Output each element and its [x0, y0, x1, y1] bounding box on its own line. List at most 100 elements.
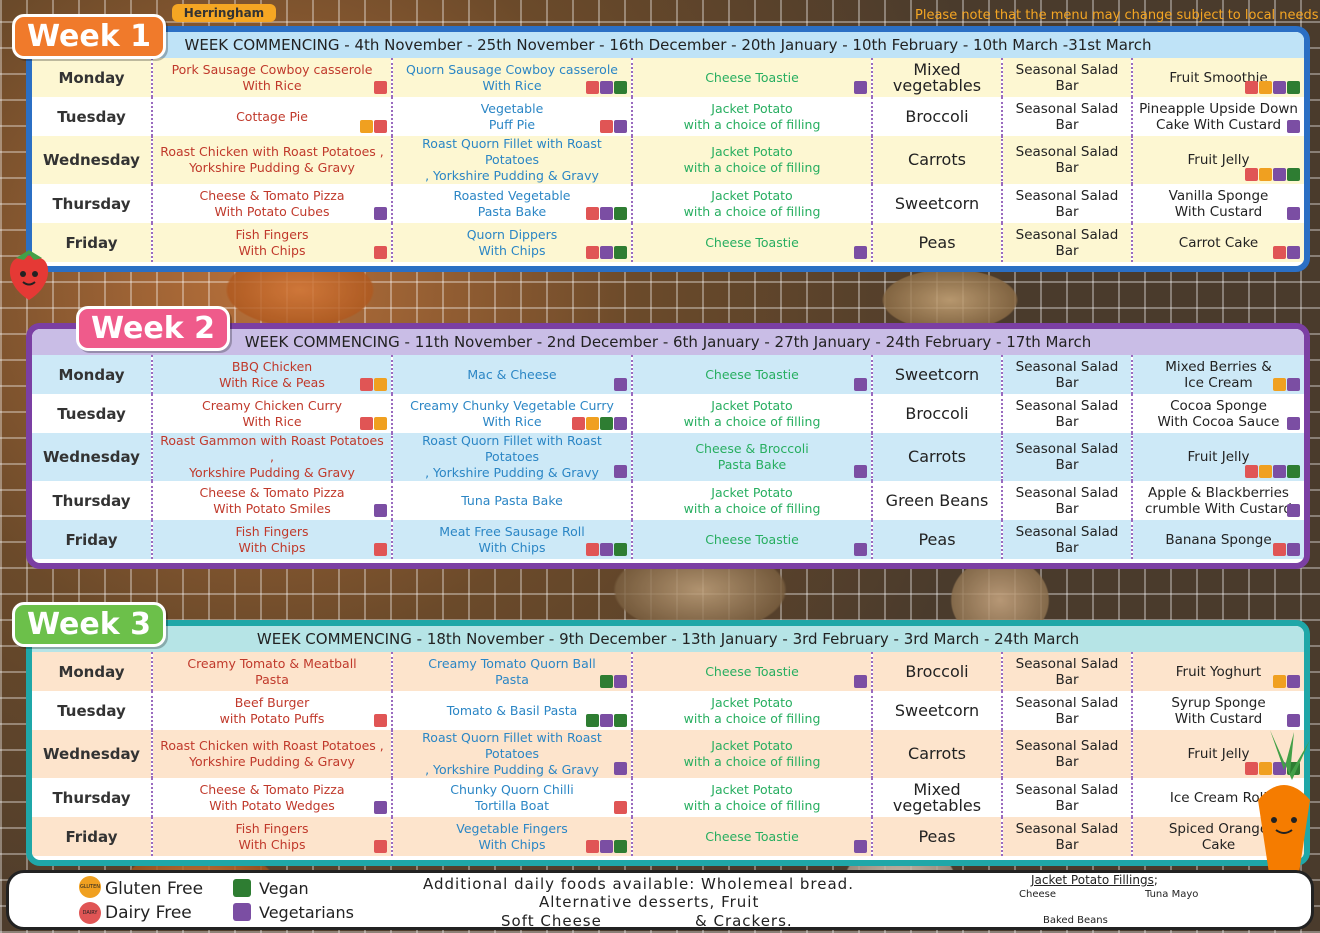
- additional-foods: Additional daily foods available: Wholem…: [423, 875, 854, 893]
- diet-icons: [854, 378, 867, 391]
- dairy-free-icon: [360, 378, 373, 391]
- third-option: Cheese Toastie: [631, 58, 872, 97]
- main-dish: Fish Fingers With Chips: [151, 520, 392, 559]
- diet-icons: [374, 714, 387, 727]
- vegetarian-icon: [614, 378, 627, 391]
- menu-row-wednesday: Wednesday Roast Gammon with Roast Potatoe…: [32, 433, 1304, 481]
- vegetarian-icon: [1273, 465, 1286, 478]
- day-name-label: Wednesday: [43, 151, 140, 169]
- main-dish-label: Cottage Pie: [236, 108, 308, 124]
- dairy-free-icon: [360, 417, 373, 430]
- vegan-label: Vegan: [259, 879, 309, 898]
- vegetable-label: Sweetcorn: [894, 700, 980, 720]
- vegetable: Peas: [871, 817, 1002, 856]
- day-name: Tuesday: [32, 97, 152, 136]
- dairy-free-icon: [586, 840, 599, 853]
- dessert-label: Fruit Yoghurt: [1175, 663, 1262, 680]
- vegetable: Green Beans: [871, 481, 1002, 520]
- main-dish: Cheese & Tomato Pizza With Potato Smiles: [151, 481, 392, 520]
- alternative-dish: Vegetable Puff Pie: [391, 97, 632, 136]
- diet-icons: [1287, 417, 1300, 430]
- alternative-dish: Tomato & Basil Pasta: [391, 691, 632, 730]
- vegetable: Sweetcorn: [871, 184, 1002, 223]
- diet-icons: [1287, 714, 1300, 727]
- jacket-potato-fillings-title: Jacket Potato Fillings;: [1031, 873, 1158, 887]
- week-3-menu: WEEK COMMENCING - 18th November - 9th De…: [26, 620, 1310, 866]
- salad-bar-label: Seasonal Salad Bar: [1015, 441, 1119, 473]
- gluten-free-icon: [1259, 465, 1272, 478]
- dessert: Fruit Smoothie: [1131, 58, 1304, 97]
- salad-bar: Seasonal Salad Bar: [1001, 433, 1132, 481]
- alternative-dish: Quorn Dippers With Chips: [391, 223, 632, 262]
- diet-icons: [1287, 207, 1300, 220]
- gluten-free-icon: [1259, 168, 1272, 181]
- vegetable: Carrots: [871, 730, 1002, 778]
- salad-bar: Seasonal Salad Bar: [1001, 136, 1132, 184]
- main-dish: Creamy Tomato & Meatball Pasta: [151, 652, 392, 691]
- diet-icons: [854, 840, 867, 853]
- dessert: Pineapple Upside Down Cake With Custard: [1131, 97, 1304, 136]
- gluten-free-icon: [586, 417, 599, 430]
- third-option-label: Jacket Potato with a choice of filling: [683, 694, 821, 726]
- main-dish-label: Creamy Chicken Curry With Rice: [202, 397, 342, 429]
- diet-icons: [1273, 378, 1300, 391]
- diet-icons: [614, 465, 627, 478]
- menu-row-monday: Monday BBQ Chicken With Rice & Peas Mac & C…: [32, 355, 1304, 394]
- third-option: Cheese Toastie: [631, 520, 872, 559]
- dessert: Apple & Blackberries crumble With Custard: [1131, 481, 1304, 520]
- day-name: Tuesday: [32, 691, 152, 730]
- dessert: Fruit Jelly: [1131, 136, 1304, 184]
- main-dish-label: Cheese & Tomato Pizza With Potato Smiles: [199, 484, 345, 516]
- diet-icons: [1245, 465, 1300, 478]
- alternative-dish-label: Vegetable Puff Pie: [480, 100, 544, 132]
- salad-bar: Seasonal Salad Bar: [1001, 817, 1132, 856]
- day-name-label: Tuesday: [57, 107, 126, 126]
- main-dish: Creamy Chicken Curry With Rice: [151, 394, 392, 433]
- day-name: Friday: [32, 520, 152, 559]
- diet-icons: [586, 840, 627, 853]
- vegetarian-icon: [854, 465, 867, 478]
- gluten-free-icon: [1259, 81, 1272, 94]
- school-name-tab: Herringham: [172, 4, 276, 22]
- dessert-label: Mixed Berries & Ice Cream: [1165, 358, 1272, 391]
- gluten-free-icon: [360, 120, 373, 133]
- diet-icons: [374, 801, 387, 814]
- main-dish-label: Cheese & Tomato Pizza With Potato Wedges: [199, 781, 345, 813]
- vegan-icon: [614, 81, 627, 94]
- day-name-label: Friday: [65, 530, 118, 549]
- dairy-free-icon: [586, 207, 599, 220]
- alternative-dish: Roast Quorn Fillet with Roast Potatoes, …: [391, 433, 632, 481]
- menu-row-friday: Friday Fish Fingers With Chips Quorn Dipper…: [32, 223, 1304, 262]
- main-dish: Fish Fingers With Chips: [151, 223, 392, 262]
- vegetarian-icon: [1273, 168, 1286, 181]
- day-name-label: Wednesday: [43, 745, 140, 763]
- alternative-dish-label: Quorn Dippers With Chips: [466, 226, 558, 258]
- vegetable-label: Sweetcorn: [894, 193, 980, 213]
- dessert: Banana Sponge: [1131, 520, 1304, 559]
- vegetarian-icon: [1287, 378, 1300, 391]
- third-option: Cheese & Broccoli Pasta Bake: [631, 433, 872, 481]
- vegetarian-icon: [600, 207, 613, 220]
- vegetable-label: Carrots: [908, 744, 966, 763]
- dairy-free-icon: [586, 543, 599, 556]
- alternative-dish-label: Roasted Vegetable Pasta Bake: [453, 187, 571, 219]
- salad-bar-label: Seasonal Salad Bar: [1015, 523, 1119, 556]
- alternative-dish-label: Tomato & Basil Pasta: [446, 702, 578, 718]
- alternative-dish: Roasted Vegetable Pasta Bake: [391, 184, 632, 223]
- gluten-free-icon: [374, 417, 387, 430]
- diet-icons: [854, 246, 867, 259]
- diet-icons: [586, 543, 627, 556]
- alternative-dish: Chunky Quorn Chilli Tortilla Boat: [391, 778, 632, 817]
- vegetable-label: Broccoli: [905, 403, 969, 423]
- alternative-dish-label: Mac & Cheese: [467, 366, 557, 382]
- diet-icons: [572, 417, 627, 430]
- day-name: Thursday: [32, 184, 152, 223]
- diet-icons: [1273, 675, 1300, 688]
- day-name: Wednesday: [32, 730, 152, 778]
- dessert-label: Apple & Blackberries crumble With Custard: [1144, 484, 1292, 517]
- gluten-free-icon: [374, 378, 387, 391]
- vegetable-label: Broccoli: [905, 106, 969, 126]
- alternative-dish: Mac & Cheese: [391, 355, 632, 394]
- menu-table: Monday BBQ Chicken With Rice & Peas Mac & C…: [32, 355, 1304, 559]
- main-dish: Cottage Pie: [151, 97, 392, 136]
